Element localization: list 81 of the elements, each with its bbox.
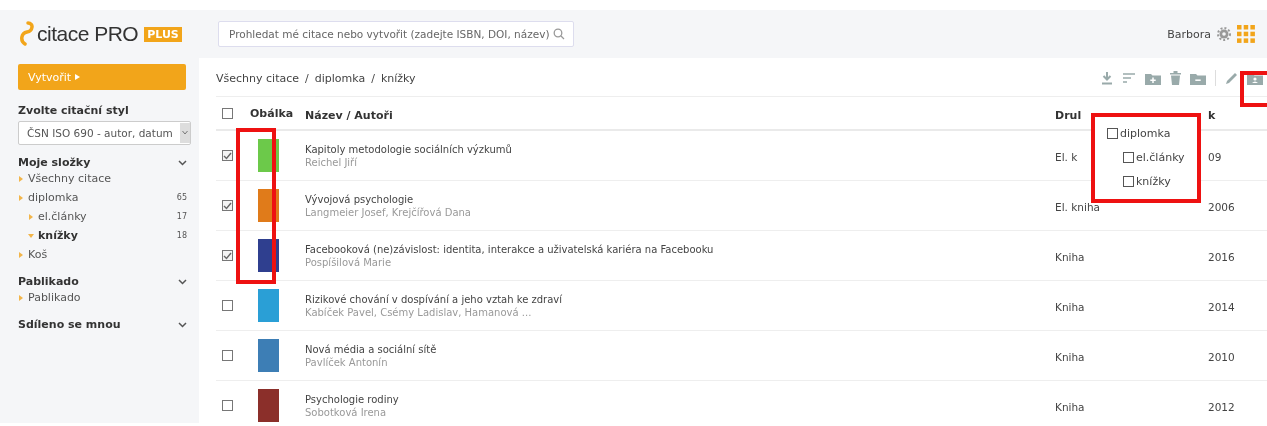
highlight-frame (1240, 71, 1267, 107)
citation-type: Kniha (1055, 401, 1085, 413)
citation-authors: Sobotková Irena (305, 406, 388, 418)
citation-title[interactable]: Nová média a sociální sítě (305, 343, 1055, 355)
caret-right-icon (18, 294, 24, 301)
column-header[interactable]: Obálka (250, 106, 294, 120)
folder-checkbox[interactable] (1107, 127, 1118, 139)
select-all-checkbox[interactable] (222, 107, 233, 119)
citation-year: 2006 (1208, 201, 1235, 213)
citation-type: El. k (1055, 151, 1078, 163)
plan-badge: PLUS (144, 26, 182, 42)
citation-title[interactable]: Rizikové chování v dospívání a jeho vztah ke zdraví (305, 293, 1055, 305)
citation-title[interactable]: Vývojová psychologie (305, 193, 1055, 205)
section-title[interactable]: Sdíleno se mnou (18, 318, 121, 331)
row-checkbox[interactable] (222, 350, 233, 361)
chevron-down-icon[interactable] (178, 278, 187, 285)
chevron-down-icon[interactable] (178, 159, 187, 166)
citation-title[interactable]: Kapitoly metodologie sociálních výzkumů (305, 143, 1055, 155)
citation-style-select[interactable]: ČSN ISO 690 - autor, datum (18, 121, 191, 145)
folder-checkbox[interactable] (1123, 175, 1134, 187)
caret-down-icon (28, 232, 34, 239)
citation-year: 2016 (1208, 251, 1235, 263)
folder-option[interactable]: el.články (1107, 145, 1197, 169)
dropdown-icon (180, 123, 190, 143)
breadcrumb-link[interactable]: diplomka (314, 71, 366, 85)
user-name[interactable]: Barbora (1167, 27, 1211, 41)
settings-icon[interactable] (1217, 27, 1231, 41)
breadcrumb-separator: / (371, 71, 375, 85)
breadcrumb-separator: / (305, 71, 309, 85)
caret-right-icon (18, 175, 24, 182)
folder-item[interactable]: el.články 17 (18, 207, 191, 226)
citation-type: Kniha (1055, 351, 1085, 363)
trash-icon[interactable] (1170, 71, 1181, 85)
citation-authors: Reichel Jiří (305, 156, 358, 168)
citation-type: El. kniha (1055, 201, 1100, 213)
caret-right-icon (28, 213, 34, 220)
citation-year: 09 (1208, 151, 1222, 163)
search-field[interactable]: Prohledat mé citace nebo vytvořit (zadejte ISBN, DOI, název) (218, 21, 574, 47)
logo-text: citace PRO (37, 22, 139, 46)
row-checkbox[interactable] (222, 150, 233, 161)
folder-option[interactable]: knížky (1107, 169, 1197, 193)
folder-checkbox[interactable] (1123, 151, 1134, 163)
section-title[interactable]: Pablikado (18, 275, 79, 288)
folder-plus-icon[interactable] (1145, 71, 1161, 85)
column-header[interactable]: Drul (1055, 108, 1082, 122)
breadcrumb-link[interactable]: Všechny citace (216, 71, 299, 85)
citation-authors: Pavlíček Antonín (305, 356, 389, 368)
row-checkbox[interactable] (222, 200, 233, 211)
citation-title[interactable]: Psychologie rodiny (305, 393, 1055, 405)
citation-year: 2010 (1208, 351, 1235, 363)
folder-minus-icon[interactable] (1190, 71, 1206, 85)
folder-item[interactable]: diplomka 65 (18, 188, 191, 207)
download-icon[interactable] (1101, 71, 1113, 85)
folder-item[interactable]: Všechny citace (18, 169, 191, 188)
pencil-icon[interactable] (1225, 71, 1238, 85)
citation-type: Kniha (1055, 251, 1085, 263)
row-checkbox[interactable] (222, 300, 233, 311)
logo-icon (18, 21, 34, 47)
folder-item[interactable]: knížky 18 (18, 226, 191, 245)
citation-year: 2014 (1208, 301, 1235, 313)
citation-title[interactable]: Facebooková (ne)závislost: identita, interakce a uživatelská kariéra na Facebooku (305, 243, 1055, 255)
citation-type: Kniha (1055, 301, 1085, 313)
column-header[interactable]: k (1208, 108, 1216, 122)
section-title[interactable]: Moje složky (18, 156, 91, 169)
citation-authors: Pospíšilová Marie (305, 256, 393, 268)
column-header[interactable]: Název / Autoři (305, 108, 393, 122)
folder-option[interactable]: diplomka (1107, 121, 1197, 145)
row-checkbox[interactable] (222, 400, 233, 411)
citation-authors: Langmeier Josef, Krejčířová Dana (305, 206, 472, 218)
chevron-down-icon[interactable] (178, 321, 187, 328)
search-icon[interactable] (553, 28, 565, 40)
citation-authors: Kabíček Pavel, Csémy Ladislav, Hamanová ... (305, 306, 533, 318)
citation-style-label: Zvolte citační styl (18, 104, 130, 117)
row-checkbox[interactable] (222, 250, 233, 261)
breadcrumb-link[interactable]: knížky (380, 71, 416, 85)
caret-icon (75, 74, 81, 80)
caret-right-icon (18, 251, 24, 258)
citation-year: 2012 (1208, 401, 1235, 413)
folder-item[interactable]: Koš (18, 245, 191, 264)
caret-right-icon (18, 194, 24, 201)
folder-item[interactable]: Pablikado (18, 288, 191, 307)
